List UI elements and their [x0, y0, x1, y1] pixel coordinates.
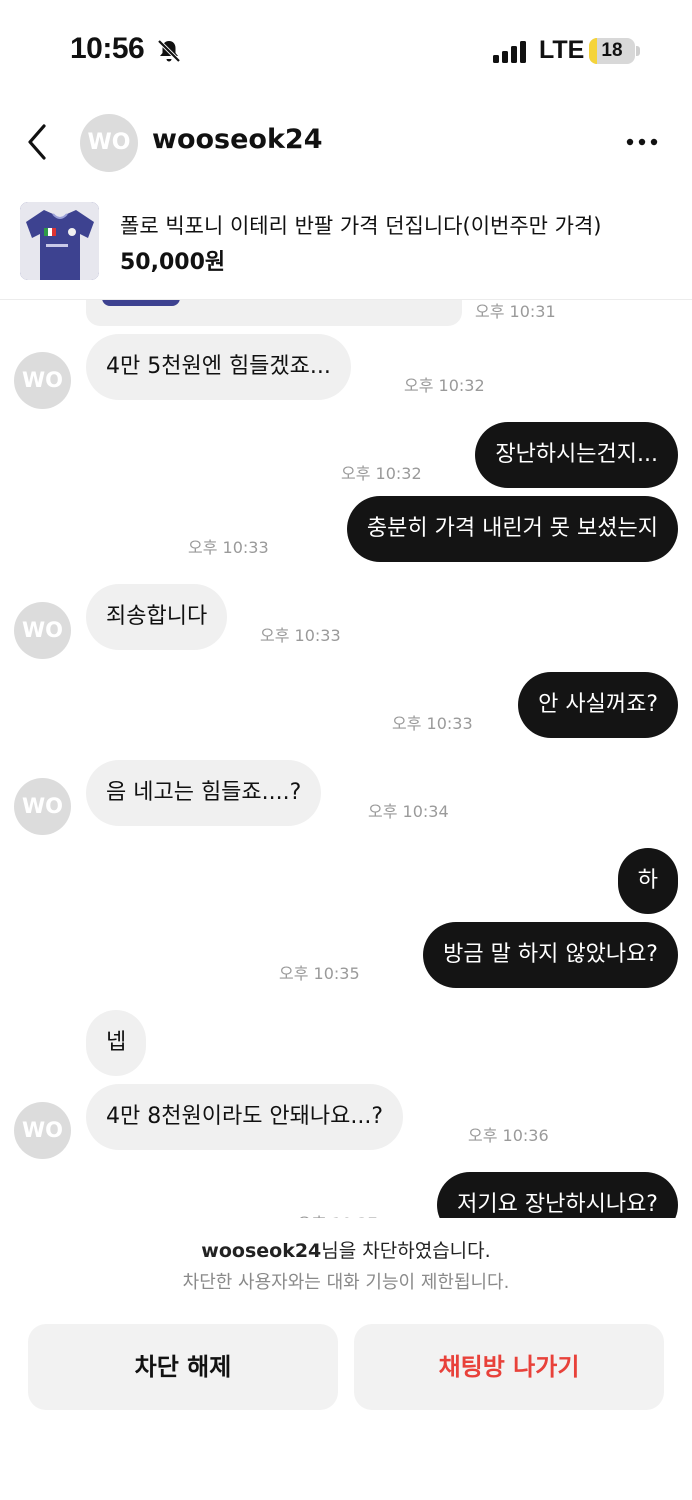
message-bubble-outgoing[interactable]: 하: [617, 848, 678, 914]
blocked-suffix: 님을 차단하였습니다.: [321, 1240, 491, 1262]
sender-avatar[interactable]: WO: [14, 1102, 71, 1159]
message-time: 오후 10:33: [188, 538, 269, 557]
shirt-image-icon: [20, 202, 99, 280]
leave-chat-button[interactable]: 채팅방 나가기: [354, 1324, 664, 1410]
message-time: 오후 10:31: [475, 302, 556, 321]
message-time: 오후 10:36: [468, 1126, 549, 1145]
blocked-username: wooseok24: [201, 1240, 322, 1262]
message-time: 오후 10:37: [297, 1210, 378, 1218]
battery-nub: [636, 46, 640, 56]
message-bubble-incoming[interactable]: 4만 8천원이라도 안돼나요...?: [86, 1084, 404, 1150]
status-time: 10:56: [70, 32, 145, 65]
image-message-bubble[interactable]: [86, 300, 462, 326]
battery-level: 18: [601, 40, 623, 61]
message-time: 오후 10:32: [341, 464, 422, 483]
message-bubble-incoming[interactable]: 4만 5천원엔 힘들겠죠...: [86, 334, 351, 400]
image-message-thumb: [102, 300, 180, 306]
product-price: 50,000원: [120, 250, 226, 275]
blocked-description: 차단한 사용자와는 대화 기능이 제한됩니다.: [182, 1272, 510, 1293]
signal-icon: [493, 41, 526, 63]
chat-header: WO wooseok24: [0, 110, 692, 180]
blocked-notice-area: wooseok24님을 차단하였습니다. 차단한 사용자와는 대화 기능이 제한…: [0, 1218, 692, 1500]
message-bubble-outgoing[interactable]: 충분히 가격 내린거 못 보셨는지: [346, 496, 678, 562]
status-bar: 10:56 LTE 18: [0, 0, 692, 100]
sender-avatar[interactable]: WO: [14, 602, 71, 659]
message-time: 오후 10:33: [260, 626, 341, 645]
battery-icon: 18: [589, 38, 635, 64]
header-username[interactable]: wooseok24: [152, 124, 323, 155]
bell-muted-icon: [157, 39, 181, 63]
message-bubble-incoming[interactable]: 음 네고는 힘들죠....?: [86, 760, 322, 826]
message-time: 오후 10:32: [404, 376, 485, 395]
back-arrow-icon[interactable]: [20, 122, 56, 162]
message-list[interactable]: 오후 10:31 WO 4만 5천원엔 힘들겠죠... 오후 10:32 오후 …: [0, 300, 692, 1218]
message-bubble-outgoing[interactable]: 안 사실꺼죠?: [518, 672, 678, 738]
header-avatar[interactable]: WO: [80, 114, 138, 172]
blocked-message: wooseok24님을 차단하였습니다.: [0, 1236, 692, 1263]
message-bubble-incoming[interactable]: 넵: [86, 1010, 147, 1076]
unblock-button[interactable]: 차단 해제: [28, 1324, 338, 1410]
more-options-icon[interactable]: [622, 124, 662, 160]
message-time: 오후 10:33: [392, 714, 473, 733]
message-time: 오후 10:34: [368, 802, 449, 821]
message-bubble-outgoing[interactable]: 방금 말 하지 않았나요?: [423, 922, 678, 988]
message-time: 오후 10:35: [279, 964, 360, 983]
product-title: 폴로 빅포니 이테리 반팔 가격 던집니다(이번주만 가격): [120, 214, 602, 238]
message-bubble-outgoing[interactable]: 저기요 장난하시나요?: [437, 1172, 678, 1218]
message-bubble-outgoing[interactable]: 장난하시는건지...: [475, 422, 678, 488]
sender-avatar[interactable]: WO: [14, 778, 71, 835]
message-bubble-incoming[interactable]: 죄송합니다: [86, 584, 228, 650]
network-label: LTE: [539, 36, 585, 64]
sender-avatar[interactable]: WO: [14, 352, 71, 409]
product-thumbnail[interactable]: [20, 202, 99, 280]
product-card[interactable]: 폴로 빅포니 이테리 반팔 가격 던집니다(이번주만 가격) 50,000원: [0, 194, 692, 300]
